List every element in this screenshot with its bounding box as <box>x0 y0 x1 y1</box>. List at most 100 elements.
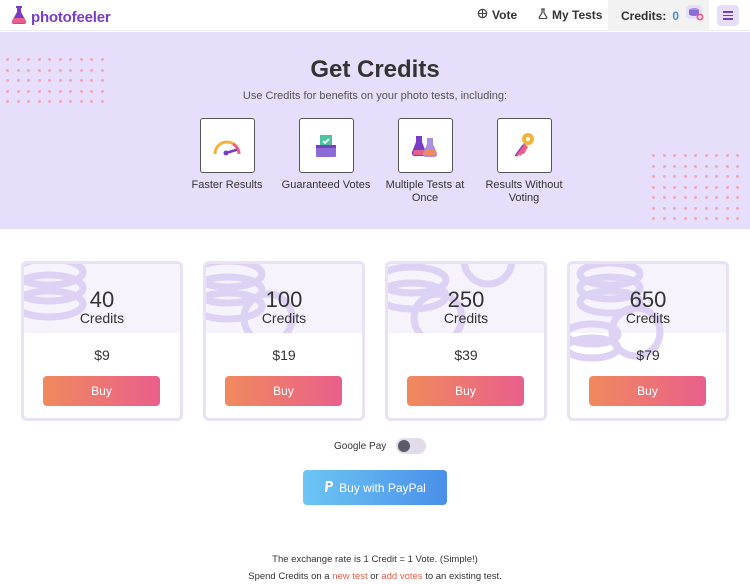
google-pay-toggle[interactable] <box>396 438 427 454</box>
decorative-dot <box>652 196 655 199</box>
decorative-dot <box>694 206 697 210</box>
credit-package-250: 250 Credits $39 Buy <box>385 261 547 421</box>
package-amount: 40 <box>89 287 115 312</box>
decorative-dot <box>652 206 655 210</box>
package-unit: Credits <box>79 310 125 326</box>
package-unit: Credits <box>261 310 307 326</box>
google-pay-label: Google Pay <box>334 440 387 452</box>
buy-button[interactable]: Buy <box>43 376 160 406</box>
flask-logo-icon <box>11 5 27 30</box>
benefit-label: Guaranteed Votes <box>281 179 371 191</box>
decorative-dot <box>662 164 666 168</box>
decorative-dot <box>736 217 739 220</box>
decorative-dot <box>736 196 739 199</box>
decorative-dot <box>652 175 655 178</box>
benefit-label: Faster Results <box>191 179 263 191</box>
nav-my-tests[interactable]: My Tests <box>538 8 602 22</box>
decorative-dot <box>662 217 666 220</box>
brand-logo[interactable]: photofeeler <box>11 5 111 30</box>
benefit-multiple-tests: Multiple Tests at Once <box>375 118 475 205</box>
benefit-guaranteed-votes: Guaranteed Votes <box>276 118 376 192</box>
decorative-dot <box>673 217 676 220</box>
decorative-dot <box>673 185 676 189</box>
benefit-icon-box <box>199 118 255 173</box>
benefit-label: Results Without Voting <box>485 179 563 204</box>
decorative-dot <box>673 175 676 178</box>
credits-label: Credits: <box>621 8 667 23</box>
credit-package-40: 40 Credits $9 Buy <box>21 261 183 421</box>
hero-section: Get Credits Use Credits for benefits on … <box>0 32 750 229</box>
decorative-dot <box>662 196 666 199</box>
credit-package-100: 100 Credits $19 Buy <box>203 261 365 421</box>
package-unit: Credits <box>625 310 671 326</box>
exchange-rate-note: The exchange rate is 1 Credit = 1 Vote. … <box>272 554 478 565</box>
add-votes-link[interactable]: add votes <box>381 571 422 582</box>
decorative-dot <box>704 164 708 168</box>
menu-button[interactable] <box>717 5 739 26</box>
nav-tests-label: My Tests <box>552 8 603 22</box>
toggle-knob <box>398 440 411 452</box>
paypal-icon <box>324 480 334 495</box>
credits-count: 0 <box>672 8 680 23</box>
decorative-dot <box>652 164 655 168</box>
decorative-dot <box>715 217 718 220</box>
decorative-dot <box>673 206 676 210</box>
decorative-dot <box>683 164 687 168</box>
spend-prefix: Spend Credits on a <box>248 571 330 582</box>
decorative-dot <box>704 175 708 178</box>
decorative-dot <box>736 185 739 189</box>
benefit-icon-box <box>397 118 453 173</box>
spend-or: or <box>370 571 379 582</box>
benefit-icon-box <box>298 118 354 173</box>
nav-vote[interactable]: Vote <box>477 8 517 22</box>
package-price: $19 <box>272 347 296 363</box>
decorative-dot <box>704 185 708 189</box>
decorative-dot <box>694 196 697 199</box>
coin-add-icon <box>685 4 705 27</box>
decorative-dot <box>715 185 718 189</box>
decorative-dot <box>704 154 708 157</box>
package-amount: 650 <box>629 287 667 312</box>
decorative-dot <box>652 185 655 189</box>
benefit-label: Multiple Tests at Once <box>385 179 465 204</box>
new-test-link[interactable]: new test <box>332 571 367 582</box>
page-title: Get Credits <box>310 56 440 83</box>
decorative-dot <box>652 217 655 220</box>
package-price: $79 <box>636 347 660 363</box>
buy-button[interactable]: Buy <box>225 376 342 406</box>
decorative-dot <box>725 154 729 157</box>
buy-button[interactable]: Buy <box>589 376 706 406</box>
spend-credits-note: Spend Credits on a new test or add votes… <box>0 571 750 582</box>
decorative-dot <box>694 217 697 220</box>
package-amount: 100 <box>265 287 303 312</box>
decorative-dot <box>694 154 697 157</box>
decorative-dot <box>715 164 718 168</box>
decorative-dot <box>725 164 729 168</box>
nav-vote-label: Vote <box>492 8 518 22</box>
buy-button[interactable]: Buy <box>407 376 524 406</box>
decorative-dot <box>736 175 739 178</box>
hamburger-icon-line <box>723 18 733 20</box>
benefit-icon-box <box>496 118 552 173</box>
credits-balance[interactable]: Credits: 0 <box>608 0 709 31</box>
page-subtitle: Use Credits for benefits on your photo t… <box>242 90 508 102</box>
decorative-dot <box>673 164 676 168</box>
speedometer-icon <box>213 140 241 155</box>
decorative-dot <box>683 175 687 178</box>
hamburger-icon-line <box>723 14 733 17</box>
decorative-dot <box>725 196 729 199</box>
flask-icon <box>538 8 548 22</box>
decorative-dot <box>715 206 718 210</box>
decorative-dot <box>673 154 676 157</box>
decorative-dot <box>715 175 718 178</box>
decorative-dot <box>683 154 687 157</box>
paypal-button[interactable]: Buy with PayPal <box>303 470 447 505</box>
paypal-label: Buy with PayPal <box>339 480 426 495</box>
brand-name: photofeeler <box>31 9 111 26</box>
decorative-dot <box>725 206 729 210</box>
benefit-faster-results: Faster Results <box>177 118 277 192</box>
decorative-dot <box>725 185 729 189</box>
decorative-dot <box>652 154 655 157</box>
decorative-dot <box>683 196 687 199</box>
decorative-dot <box>715 196 718 199</box>
